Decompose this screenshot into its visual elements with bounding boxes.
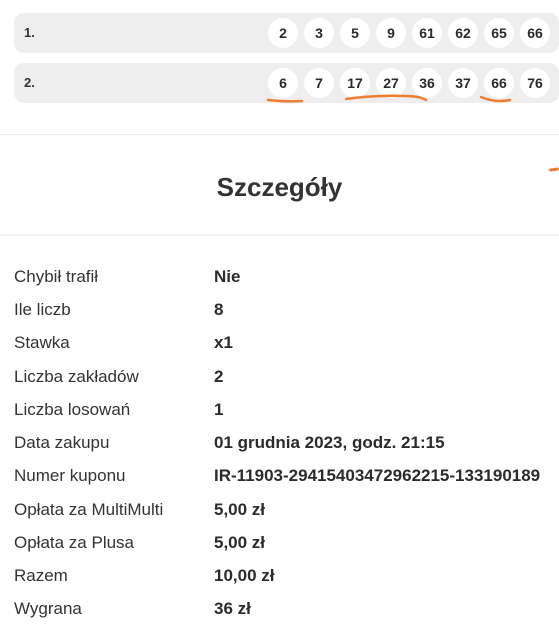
detail-label: Stawka xyxy=(14,333,70,352)
detail-value: Nie xyxy=(214,267,241,286)
detail-label: Chybił trafił xyxy=(14,267,99,286)
underline-mark xyxy=(344,94,428,102)
detail-row-plus-fee: Opłata za Plusa 5,00 zł xyxy=(0,533,559,566)
bet-numbers-panel: 1. 2 3 5 9 61 62 65 66 2. 6 7 17 27 36 3… xyxy=(0,0,559,134)
detail-row-multimulti-fee: Opłata za MultiMulti 5,00 zł xyxy=(0,500,559,533)
detail-row-total: Razem 10,00 zł xyxy=(0,566,559,599)
section-divider xyxy=(0,134,559,135)
detail-value: 01 grudnia 2023, godz. 21:15 xyxy=(214,433,445,452)
detail-row-bet-count: Liczba zakładów 2 xyxy=(0,367,559,400)
detail-row-stake: Stawka x1 xyxy=(0,333,559,366)
detail-row-number-count: Ile liczb 8 xyxy=(0,300,559,333)
detail-row-purchase-date: Data zakupu 01 grudnia 2023, godz. 21:15 xyxy=(0,433,559,466)
detail-row-winnings: Wygrana 36 zł xyxy=(0,599,559,632)
section-divider xyxy=(0,234,559,236)
detail-row-draw-count: Liczba losowań 1 xyxy=(0,400,559,433)
detail-value: 10,00 zł xyxy=(214,566,275,585)
detail-value: 1 xyxy=(214,400,224,419)
detail-label: Opłata za MultiMulti xyxy=(14,500,164,519)
detail-value: 5,00 zł xyxy=(214,500,266,519)
detail-label: Liczba losowań xyxy=(14,400,131,419)
detail-label: Wygrana xyxy=(14,599,82,618)
detail-value: IR-11903-29415403472962215-133190189 xyxy=(214,466,541,485)
detail-label: Data zakupu xyxy=(14,433,110,452)
detail-value: x1 xyxy=(214,333,233,352)
detail-row-random-pick: Chybił trafił Nie xyxy=(0,267,559,300)
detail-value: 8 xyxy=(214,300,224,319)
detail-value: 2 xyxy=(214,367,224,386)
detail-label: Opłata za Plusa xyxy=(14,533,135,552)
detail-label: Numer kuponu xyxy=(14,466,126,485)
hand-drawn-underlines xyxy=(266,94,512,103)
detail-label: Liczba zakładów xyxy=(14,367,139,386)
detail-value: 5,00 zł xyxy=(214,533,266,552)
underline-mark xyxy=(266,98,304,103)
detail-label: Ile liczb xyxy=(14,300,71,319)
detail-value: 36 zł xyxy=(214,599,251,618)
detail-row-coupon-number: Numer kuponu IR-11903-29415403472962215-… xyxy=(0,466,559,499)
detail-label: Razem xyxy=(14,566,68,585)
details-title: Szczegóły xyxy=(216,172,343,202)
underline-mark xyxy=(479,95,512,103)
